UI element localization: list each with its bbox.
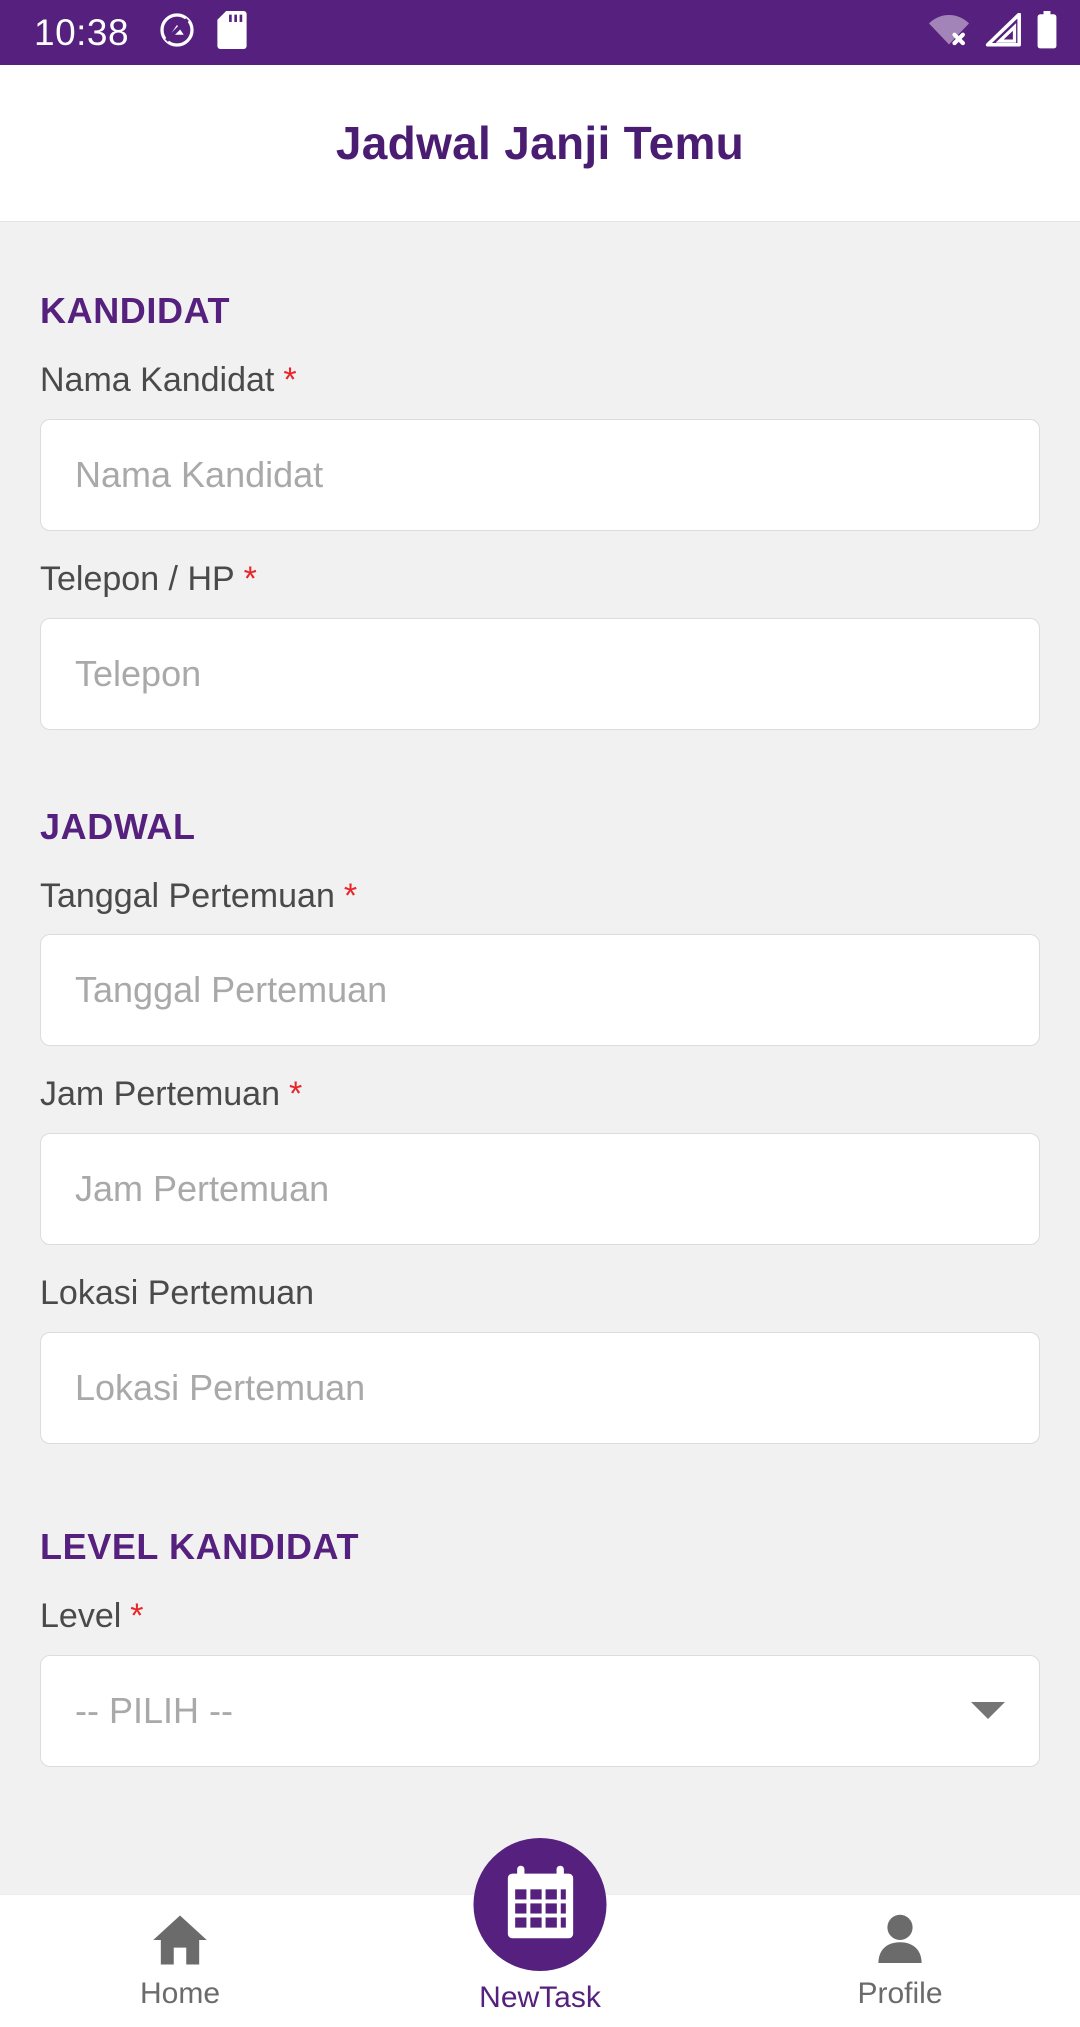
field-telepon: Telepon / HP * Telepon — [40, 559, 1040, 730]
field-label-text: Lokasi Pertemuan — [40, 1274, 315, 1313]
field-label-jam-pertemuan: Jam Pertemuan * — [40, 1074, 1040, 1115]
section-level-kandidat: LEVEL KANDIDAT Level * -- PILIH -- — [40, 1444, 1040, 1767]
cellular-signal-icon — [984, 12, 1022, 52]
field-label-text: Tanggal Pertemuan — [40, 876, 335, 915]
calendar-icon — [503, 1864, 577, 1945]
lokasi-pertemuan-input[interactable]: Lokasi Pertemuan — [40, 1331, 1040, 1444]
field-label-text: Nama Kandidat — [40, 361, 275, 399]
nav-item-home[interactable]: Home — [0, 1895, 360, 2011]
do-not-disturb-icon — [159, 12, 195, 53]
page-title: Jadwal Janji Temu — [335, 117, 745, 169]
chevron-down-icon — [971, 1702, 1005, 1720]
field-level: Level * -- PILIH -- — [40, 1596, 1040, 1767]
field-label-lokasi-pertemuan: Lokasi Pertemuan — [40, 1273, 1040, 1314]
section-heading-kandidat: KANDIDAT — [40, 290, 231, 331]
nama-kandidat-input[interactable]: Nama Kandidat — [40, 418, 1040, 531]
nav-label-profile: Profile — [857, 1977, 943, 2010]
nav-item-profile[interactable]: Profile — [720, 1895, 1080, 2011]
status-bar-clock: 10:38 — [34, 11, 130, 53]
required-asterisk: * — [343, 876, 358, 915]
wifi-off-icon — [928, 13, 970, 52]
nav-label-home: Home — [139, 1977, 221, 2010]
field-tanggal-pertemuan: Tanggal Pertemuan * Tanggal Pertemuan — [40, 876, 1040, 1047]
newtask-fab-button[interactable] — [473, 1838, 607, 1971]
section-kandidat: KANDIDAT Nama Kandidat * Nama Kandidat T… — [40, 222, 1040, 730]
jam-pertemuan-placeholder: Jam Pertemuan — [75, 1168, 330, 1210]
field-lokasi-pertemuan: Lokasi Pertemuan Lokasi Pertemuan — [40, 1273, 1040, 1444]
telepon-placeholder: Telepon — [75, 652, 202, 694]
field-label-nama-kandidat: Nama Kandidat * — [40, 360, 1040, 401]
sd-card-icon — [217, 11, 247, 54]
status-bar: 10:38 — [0, 0, 1080, 65]
nama-kandidat-placeholder: Nama Kandidat — [75, 453, 324, 495]
lokasi-pertemuan-placeholder: Lokasi Pertemuan — [75, 1366, 366, 1408]
required-asterisk: * — [130, 1596, 144, 1635]
field-label-tanggal-pertemuan: Tanggal Pertemuan * — [40, 876, 1040, 917]
status-bar-left-icons — [159, 11, 247, 54]
telepon-input[interactable]: Telepon — [40, 617, 1040, 730]
field-label-text: Telepon / HP — [40, 559, 235, 598]
field-label-telepon: Telepon / HP * — [40, 559, 1040, 600]
required-asterisk: * — [243, 559, 257, 598]
home-icon — [151, 1909, 209, 1971]
nav-label-newtask: NewTask — [479, 1981, 601, 2014]
section-jadwal: JADWAL Tanggal Pertemuan * Tanggal Perte… — [40, 730, 1040, 1444]
tanggal-pertemuan-placeholder: Tanggal Pertemuan — [75, 969, 388, 1011]
required-asterisk: * — [283, 361, 297, 399]
section-heading-jadwal: JADWAL — [40, 805, 196, 847]
field-label-text: Level — [40, 1596, 122, 1635]
app-bar: Jadwal Janji Temu — [0, 65, 1080, 222]
status-bar-right-icons — [928, 11, 1058, 54]
level-select[interactable]: -- PILIH -- — [40, 1654, 1040, 1767]
field-label-text: Jam Pertemuan — [40, 1075, 280, 1114]
section-heading-level-kandidat: LEVEL KANDIDAT — [40, 1525, 360, 1567]
form-scroll-area[interactable]: KANDIDAT Nama Kandidat * Nama Kandidat T… — [0, 222, 1080, 2027]
field-jam-pertemuan: Jam Pertemuan * Jam Pertemuan — [40, 1074, 1040, 1246]
battery-full-icon — [1036, 11, 1058, 54]
field-label-level: Level * — [40, 1596, 1040, 1637]
person-icon — [875, 1909, 925, 1971]
field-nama-kandidat: Nama Kandidat * Nama Kandidat — [40, 360, 1040, 531]
required-asterisk: * — [289, 1075, 303, 1114]
jam-pertemuan-input[interactable]: Jam Pertemuan — [40, 1133, 1040, 1246]
level-select-value: -- PILIH -- — [75, 1689, 233, 1731]
tanggal-pertemuan-input[interactable]: Tanggal Pertemuan — [40, 934, 1040, 1047]
